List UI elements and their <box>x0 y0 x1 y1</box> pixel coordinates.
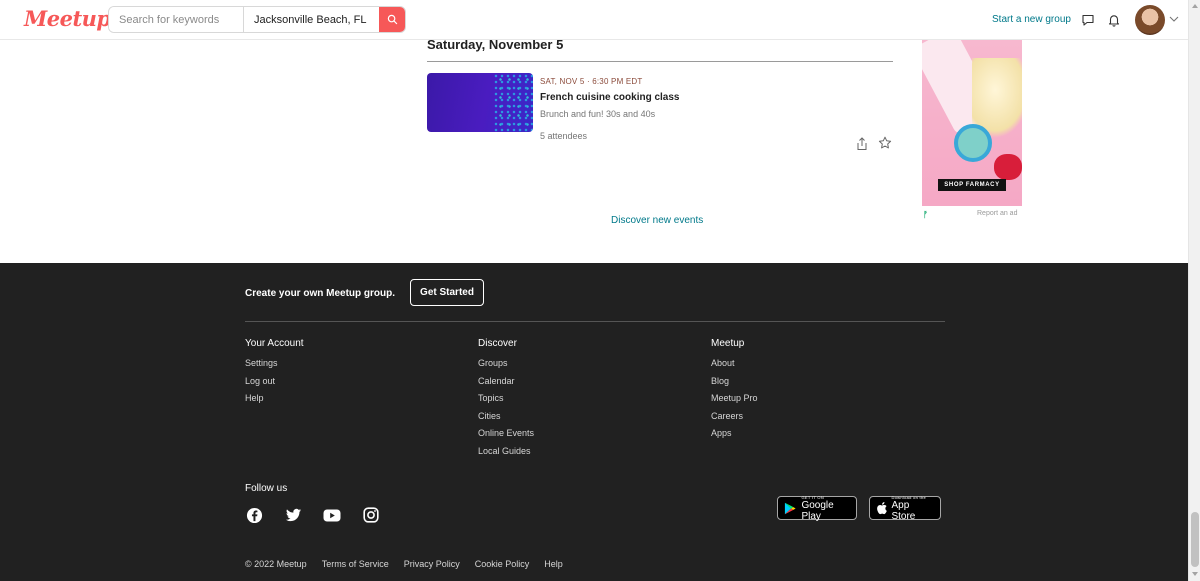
report-ad-link[interactable]: Report an ad <box>977 210 1017 217</box>
star-icon <box>878 136 891 149</box>
search-button[interactable] <box>379 7 405 32</box>
facebook-icon[interactable] <box>245 506 263 524</box>
footer-link-topics[interactable]: Topics <box>478 390 534 408</box>
top-header: Meetup Start a new group <box>0 0 1188 40</box>
footer-column-account: Your Account Settings Log out Help <box>245 338 304 408</box>
discover-new-events-link[interactable]: Discover new events <box>611 215 703 226</box>
meetup-logo[interactable]: Meetup <box>24 6 111 31</box>
app-store-badge[interactable]: Download on the App Store <box>869 495 941 522</box>
footer-link-groups[interactable]: Groups <box>478 355 534 373</box>
app-store-big-text: App Store <box>891 499 916 522</box>
footer-link-online-events[interactable]: Online Events <box>478 425 534 443</box>
follow-us-label: Follow us <box>245 483 288 494</box>
footer-column-meetup: Meetup About Blog Meetup Pro Careers App… <box>711 338 758 443</box>
column-heading: Your Account <box>245 338 304 349</box>
ad-seal-image <box>954 124 992 162</box>
instagram-icon[interactable] <box>362 506 380 524</box>
google-play-icon <box>784 502 796 514</box>
event-attendees: 5 attendees <box>540 131 588 141</box>
date-divider <box>427 61 893 62</box>
start-new-group-link[interactable]: Start a new group <box>992 14 1071 25</box>
terms-of-service-link[interactable]: Terms of Service <box>322 559 389 569</box>
column-heading: Meetup <box>711 338 745 349</box>
event-datetime: SAT, NOV 5 · 6:30 PM EDT <box>540 77 643 86</box>
footer-link-careers[interactable]: Careers <box>711 408 758 426</box>
footer-link-about[interactable]: About <box>711 355 758 373</box>
share-button[interactable] <box>855 137 869 151</box>
location-input[interactable] <box>244 7 379 32</box>
shop-farmacy-button[interactable]: SHOP FARMACY <box>938 179 1006 191</box>
messages-button[interactable] <box>1080 12 1096 28</box>
search-icon <box>387 14 397 25</box>
ad-berry-image <box>994 154 1022 180</box>
event-group-name: Brunch and fun! 30s and 40s <box>540 109 656 119</box>
footer-column-discover: Discover Groups Calendar Topics Cities O… <box>478 338 534 460</box>
advertisement[interactable]: SHOP FARMACY <box>922 40 1022 206</box>
apple-icon <box>877 501 887 515</box>
scroll-up-arrow[interactable] <box>1192 4 1198 8</box>
keyword-search-input[interactable] <box>109 7 244 32</box>
scrollbar-thumb[interactable] <box>1191 512 1199 567</box>
user-avatar[interactable] <box>1135 5 1165 35</box>
footer-link-apps[interactable]: Apps <box>711 425 758 443</box>
footer-link-settings[interactable]: Settings <box>245 355 304 373</box>
footer-link-cities[interactable]: Cities <box>478 408 534 426</box>
share-icon <box>857 137 867 150</box>
search-bar <box>108 6 406 33</box>
footer-link-blog[interactable]: Blog <box>711 373 758 391</box>
youtube-icon[interactable] <box>323 506 341 524</box>
scroll-down-arrow[interactable] <box>1192 572 1198 576</box>
column-heading: Discover <box>478 338 517 349</box>
notifications-button[interactable] <box>1106 12 1122 28</box>
footer-link-local-guides[interactable]: Local Guides <box>478 443 534 461</box>
google-play-badge[interactable]: GET IT ON Google Play <box>777 495 857 522</box>
footer-link-help[interactable]: Help <box>245 390 304 408</box>
help-link[interactable]: Help <box>544 559 563 569</box>
ad-choices-icon[interactable]: ᚡ <box>923 210 928 219</box>
footer-bottom-links: © 2022 Meetup Terms of Service Privacy P… <box>245 559 563 569</box>
create-group-text: Create your own Meetup group. <box>245 288 396 299</box>
save-event-button[interactable] <box>877 136 892 151</box>
google-play-big-text: Google Play <box>801 499 834 522</box>
copyright-text: © 2022 Meetup <box>245 559 307 569</box>
event-thumbnail[interactable] <box>427 73 533 132</box>
privacy-policy-link[interactable]: Privacy Policy <box>404 559 460 569</box>
footer-divider <box>245 321 945 322</box>
footer-link-calendar[interactable]: Calendar <box>478 373 534 391</box>
bell-icon <box>1108 15 1120 27</box>
footer-link-meetup-pro[interactable]: Meetup Pro <box>711 390 758 408</box>
twitter-icon[interactable] <box>284 506 302 524</box>
get-started-button[interactable]: Get Started <box>410 279 484 306</box>
event-title[interactable]: French cuisine cooking class <box>540 92 680 103</box>
footer-link-log-out[interactable]: Log out <box>245 373 304 391</box>
chevron-down-icon[interactable] <box>1169 15 1179 23</box>
cookie-policy-link[interactable]: Cookie Policy <box>475 559 530 569</box>
site-footer: Create your own Meetup group. Get Starte… <box>0 263 1188 581</box>
page-scrollbar[interactable] <box>1188 0 1200 581</box>
chat-icon <box>1082 14 1094 26</box>
